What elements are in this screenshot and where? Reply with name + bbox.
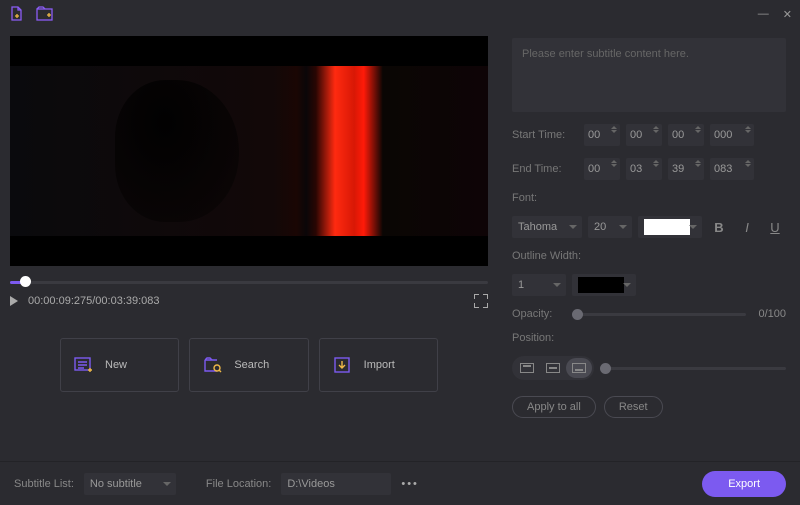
outline-width-select[interactable]: 1: [512, 274, 566, 296]
close-button[interactable]: ✕: [783, 8, 792, 21]
subtitle-list-select[interactable]: No subtitle: [84, 473, 176, 495]
font-label: Font:: [512, 192, 786, 204]
position-label: Position:: [512, 332, 786, 344]
outline-label: Outline Width:: [512, 250, 786, 262]
export-button[interactable]: Export: [702, 471, 786, 497]
position-middle[interactable]: [540, 358, 566, 378]
video-preview: [10, 36, 488, 266]
italic-button[interactable]: I: [736, 216, 758, 238]
opacity-label: Opacity:: [512, 308, 566, 320]
opacity-value: 0/100: [752, 308, 786, 320]
browse-button[interactable]: •••: [401, 478, 419, 490]
end-ms[interactable]: 083: [710, 158, 754, 180]
new-label: New: [105, 359, 127, 371]
minimize-button[interactable]: —: [758, 8, 769, 21]
end-minutes[interactable]: 03: [626, 158, 662, 180]
search-button[interactable]: Search: [189, 338, 308, 392]
font-family-select[interactable]: Tahoma: [512, 216, 582, 238]
end-seconds[interactable]: 39: [668, 158, 704, 180]
search-label: Search: [234, 359, 269, 371]
subtitle-list-label: Subtitle List:: [14, 478, 74, 490]
play-button[interactable]: [10, 296, 18, 306]
seek-bar[interactable]: [10, 272, 488, 292]
subtitle-textarea[interactable]: Please enter subtitle content here.: [512, 38, 786, 112]
fullscreen-button[interactable]: [474, 294, 488, 308]
add-file-icon[interactable]: [8, 5, 26, 23]
outline-color-select[interactable]: [572, 274, 636, 296]
end-time-label: End Time:: [512, 163, 578, 175]
start-seconds[interactable]: 00: [668, 124, 704, 146]
apply-all-button[interactable]: Apply to all: [512, 396, 596, 418]
start-time-label: Start Time:: [512, 129, 578, 141]
start-ms[interactable]: 000: [710, 124, 754, 146]
underline-button[interactable]: U: [764, 216, 786, 238]
titlebar: — ✕: [0, 0, 800, 28]
position-slider[interactable]: [600, 367, 786, 370]
import-label: Import: [364, 359, 395, 371]
add-folder-icon[interactable]: [36, 5, 54, 23]
import-button[interactable]: Import: [319, 338, 438, 392]
end-hours[interactable]: 00: [584, 158, 620, 180]
font-size-select[interactable]: 20: [588, 216, 632, 238]
new-button[interactable]: New: [60, 338, 179, 392]
position-top[interactable]: [514, 358, 540, 378]
start-hours[interactable]: 00: [584, 124, 620, 146]
reset-button[interactable]: Reset: [604, 396, 663, 418]
timecode: 00:00:09:275/00:03:39:083: [28, 295, 160, 307]
font-color-select[interactable]: [638, 216, 702, 238]
position-bottom[interactable]: [566, 358, 592, 378]
start-minutes[interactable]: 00: [626, 124, 662, 146]
opacity-slider[interactable]: [572, 313, 746, 316]
file-location-label: File Location:: [206, 478, 271, 490]
bold-button[interactable]: B: [708, 216, 730, 238]
file-location-field[interactable]: D:\Videos: [281, 473, 391, 495]
